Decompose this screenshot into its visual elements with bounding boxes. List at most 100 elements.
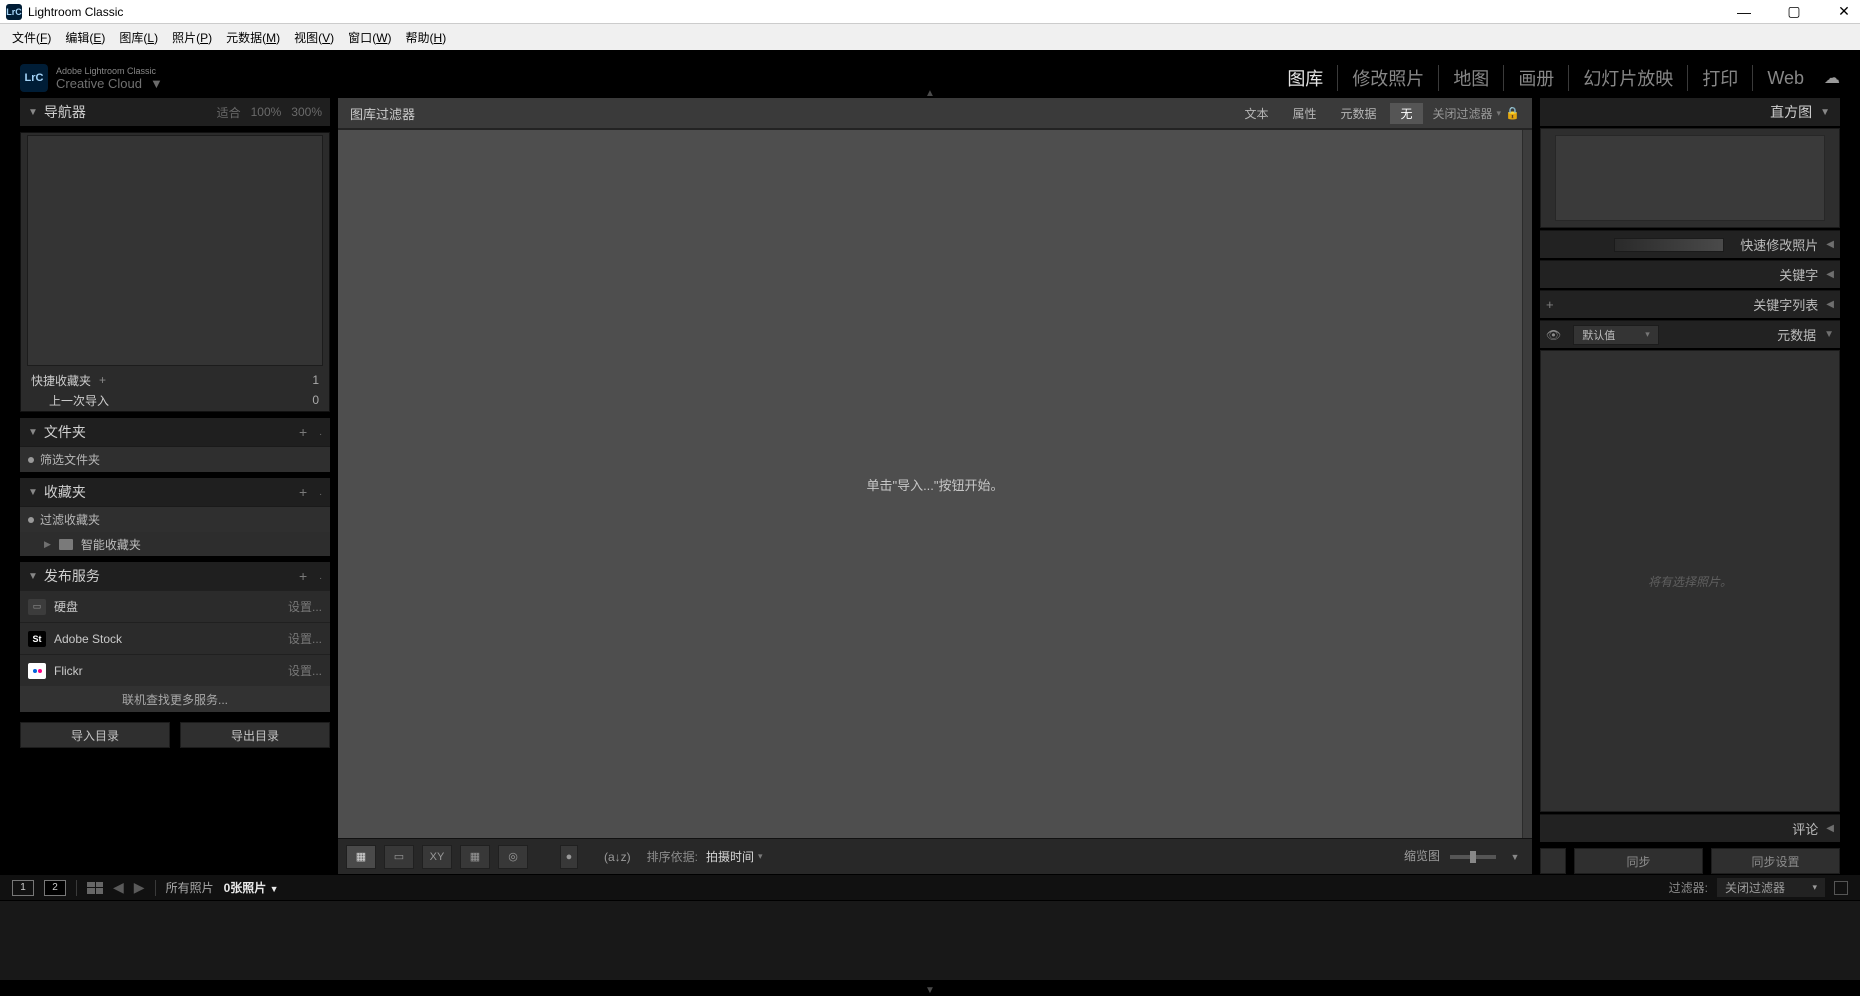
keywords-title: 关键字 xyxy=(1779,265,1818,284)
metadata-header[interactable]: 👁 默认值▾ 元数据 ▼ xyxy=(1540,320,1840,348)
quick-develop-header[interactable]: 快速修改照片 ◀ xyxy=(1540,230,1840,258)
survey-view-button[interactable]: ▦ xyxy=(460,845,490,869)
maximize-button[interactable]: ▢ xyxy=(1784,3,1804,20)
cloud-sync-icon[interactable]: ☁ xyxy=(1824,68,1840,88)
menu-window[interactable]: 窗口(W) xyxy=(342,27,397,48)
add-keyword-button[interactable]: + xyxy=(1546,297,1554,312)
grid-view-button[interactable]: ▦ xyxy=(346,845,376,869)
catalog-quick-collection[interactable]: 快捷收藏夹 + 1 xyxy=(21,369,329,391)
filter-tab-attr[interactable]: 属性 xyxy=(1282,103,1326,124)
filter-lock-button[interactable] xyxy=(1834,881,1848,895)
sort-dir-icon[interactable]: (a↓z) xyxy=(604,850,631,864)
menu-photo[interactable]: 照片(P) xyxy=(166,27,218,48)
collapse-header-icon[interactable]: ▲ xyxy=(925,88,935,99)
publish-service-stock[interactable]: St Adobe Stock 设置... xyxy=(20,622,330,654)
metadata-title: 元数据 xyxy=(1777,325,1816,344)
nav-fwd-icon[interactable]: ▶ xyxy=(134,879,145,896)
chevron-right-icon: ▶ xyxy=(44,539,51,550)
film-filter-select[interactable]: 关闭过滤器▾ xyxy=(1716,877,1826,898)
brand-small: Adobe Lightroom Classic xyxy=(56,66,163,76)
histogram-panel xyxy=(1540,128,1840,228)
loupe-view-button[interactable]: ▭ xyxy=(384,845,414,869)
find-more-services[interactable]: 联机查找更多服务... xyxy=(20,686,330,712)
menu-library[interactable]: 图库(L) xyxy=(113,27,164,48)
publish-service-hdd[interactable]: ▭ 硬盘 设置... xyxy=(20,590,330,622)
secondary-monitor-button[interactable]: 2 xyxy=(44,880,66,896)
histogram-display xyxy=(1555,135,1825,221)
brand-title: Creative Cloud xyxy=(56,76,142,91)
sync-button[interactable]: 同步 xyxy=(1574,848,1703,874)
zoom-fit[interactable]: 适合 xyxy=(217,104,241,121)
keyword-list-header[interactable]: + 关键字列表 ◀ xyxy=(1540,290,1840,318)
add-folder-button[interactable]: + xyxy=(297,424,309,440)
chevron-down-icon: ▼ xyxy=(1820,107,1830,118)
menu-view[interactable]: 视图(V) xyxy=(288,27,340,48)
folders-header[interactable]: ▼ 文件夹 +. xyxy=(20,418,330,446)
canvas-scrollbar[interactable] xyxy=(1522,130,1532,838)
filter-tab-meta[interactable]: 元数据 xyxy=(1330,103,1386,124)
keywords-header[interactable]: 关键字 ◀ xyxy=(1540,260,1840,288)
publish-header[interactable]: ▼ 发布服务 +. xyxy=(20,562,330,590)
chevron-down-icon: ▼ xyxy=(28,487,38,498)
filmstrip[interactable] xyxy=(0,900,1860,980)
photo-count[interactable]: 0张照片 ▼ xyxy=(224,879,279,896)
filter-folders-row[interactable]: 筛选文件夹 xyxy=(20,446,330,472)
metadata-preset[interactable]: 默认值▾ xyxy=(1573,325,1659,345)
navigator-header[interactable]: ▼ 导航器 适合 100% 300% xyxy=(20,98,330,126)
module-book[interactable]: 画册 xyxy=(1504,65,1569,91)
module-develop[interactable]: 修改照片 xyxy=(1338,65,1439,91)
sort-value[interactable]: 拍摄时间 ▾ xyxy=(706,848,763,865)
filter-tab-text[interactable]: 文本 xyxy=(1234,103,1278,124)
publish-service-flickr[interactable]: Flickr 设置... xyxy=(20,654,330,686)
primary-monitor-button[interactable]: 1 xyxy=(12,880,34,896)
painter-tool-button[interactable]: ● xyxy=(560,845,578,869)
flickr-setup[interactable]: 设置... xyxy=(288,662,322,679)
menu-file[interactable]: 文件(F) xyxy=(6,27,57,48)
zoom-100[interactable]: 100% xyxy=(251,105,282,119)
lock-icon[interactable]: 🔒 xyxy=(1505,106,1520,120)
menu-help[interactable]: 帮助(H) xyxy=(400,27,453,48)
close-filter-label[interactable]: 关闭过滤器 xyxy=(1433,105,1493,122)
menu-metadata[interactable]: 元数据(M) xyxy=(220,27,286,48)
catalog-last-import[interactable]: 上一次导入 0 xyxy=(21,389,329,411)
chevron-left-icon: ◀ xyxy=(1826,269,1834,280)
filter-collections-row[interactable]: 过滤收藏夹 xyxy=(20,506,330,532)
chevron-down-icon: ▼ xyxy=(28,107,38,118)
hdd-icon: ▭ xyxy=(28,599,46,615)
identity-plate[interactable]: Adobe Lightroom Classic Creative Cloud ▼ xyxy=(56,66,163,91)
import-catalog-button[interactable]: 导入目录 xyxy=(20,722,170,748)
sync-settings-button[interactable]: 同步设置 xyxy=(1711,848,1840,874)
add-publish-button[interactable]: + xyxy=(297,568,309,584)
toolbar-menu-icon[interactable]: ▼ xyxy=(1506,848,1524,866)
collapse-filmstrip-icon[interactable]: ▼ xyxy=(925,985,935,996)
export-catalog-button[interactable]: 导出目录 xyxy=(180,722,330,748)
sync-toggle[interactable] xyxy=(1540,848,1566,874)
source-label[interactable]: 所有照片 xyxy=(166,879,214,896)
navigator-preview: 快捷收藏夹 + 1 上一次导入 0 xyxy=(20,132,330,412)
filter-tab-none[interactable]: 无 xyxy=(1390,103,1422,124)
nav-back-icon[interactable]: ◀ xyxy=(113,879,124,896)
compare-view-button[interactable]: XY xyxy=(422,845,452,869)
zoom-300[interactable]: 300% xyxy=(291,105,322,119)
add-collection While-button[interactable]: + xyxy=(297,484,309,500)
comments-title: 评论 xyxy=(1792,819,1818,838)
smart-collections-row[interactable]: ▶ 智能收藏夹 xyxy=(20,532,330,556)
module-slideshow[interactable]: 幻灯片放映 xyxy=(1569,65,1688,91)
stock-setup[interactable]: 设置... xyxy=(288,630,322,647)
comments-header[interactable]: 评论 ◀ xyxy=(1540,814,1840,842)
grid-icon[interactable] xyxy=(87,882,103,894)
module-print[interactable]: 打印 xyxy=(1688,65,1753,91)
thumb-size-slider[interactable] xyxy=(1450,855,1496,859)
histogram-header[interactable]: 直方图 ▼ xyxy=(1540,98,1840,126)
module-web[interactable]: Web xyxy=(1753,68,1818,89)
stock-icon: St xyxy=(28,631,46,647)
hdd-setup[interactable]: 设置... xyxy=(288,598,322,615)
minimize-button[interactable]: — xyxy=(1734,4,1754,20)
module-library[interactable]: 图库 xyxy=(1273,65,1338,91)
menu-edit[interactable]: 编辑(E) xyxy=(59,27,111,48)
eye-icon[interactable]: 👁 xyxy=(1546,328,1561,342)
module-map[interactable]: 地图 xyxy=(1439,65,1504,91)
collections-header[interactable]: ▼ 收藏夹 +. xyxy=(20,478,330,506)
close-button[interactable]: ✕ xyxy=(1834,3,1854,20)
people-view-button[interactable]: ◎ xyxy=(498,845,528,869)
